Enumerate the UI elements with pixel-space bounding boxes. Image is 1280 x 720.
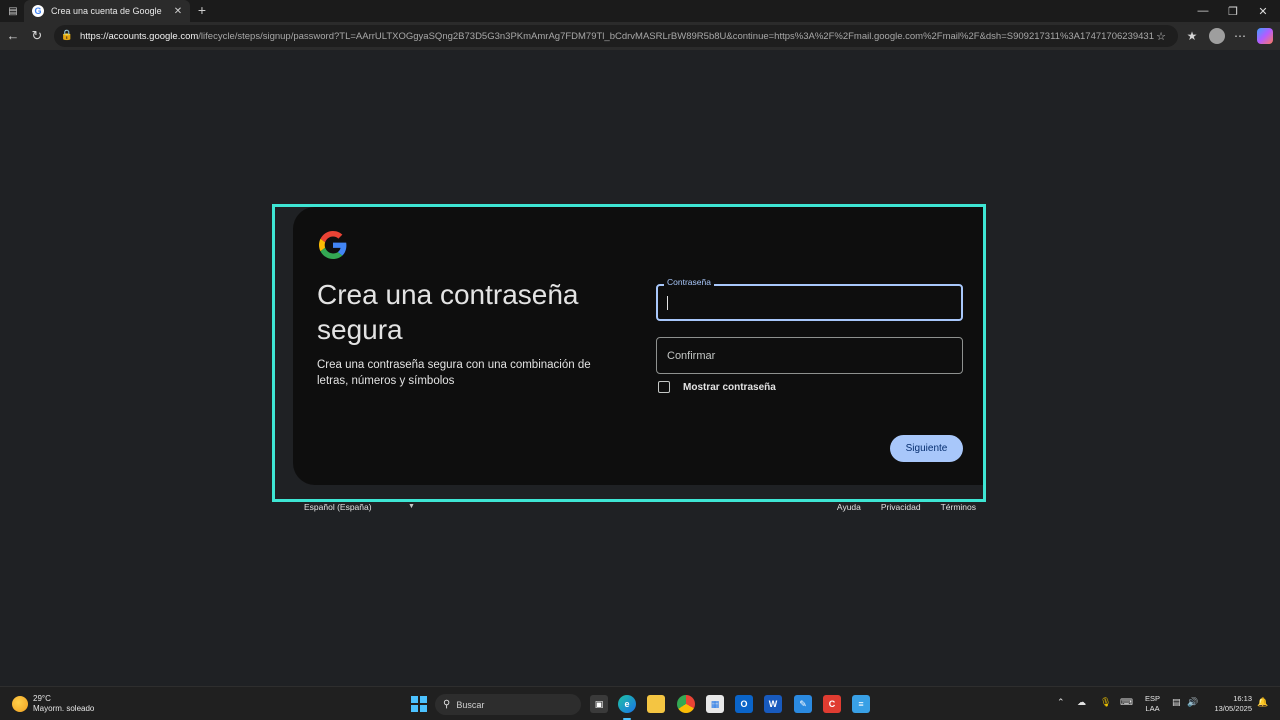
taskbar: 29°C Mayorm. soleado ⚲ Buscar ▣ e ▦ O W … xyxy=(0,686,1280,720)
network-icon[interactable]: ▤ xyxy=(1172,697,1181,708)
reload-icon[interactable]: ↻ xyxy=(29,28,45,44)
task-view-icon[interactable]: ▣ xyxy=(590,695,608,713)
weather-condition: Mayorm. soleado xyxy=(33,704,95,713)
favorites-icon[interactable]: ★ xyxy=(1184,28,1200,44)
show-password-checkbox[interactable] xyxy=(658,381,670,393)
show-password-toggle[interactable]: Mostrar contraseña xyxy=(658,381,776,393)
sun-icon xyxy=(12,696,28,712)
browser-tab[interactable]: G Crea una cuenta de Google ✕ xyxy=(24,0,190,22)
page-subtitle: Crea una contraseña segura con una combi… xyxy=(317,359,591,387)
tab-title: Crea una cuenta de Google xyxy=(51,6,162,16)
taskbar-search-label: Buscar xyxy=(456,699,485,710)
footer-link-privacy[interactable]: Privacidad xyxy=(881,502,921,512)
word-icon[interactable]: W xyxy=(764,695,782,713)
password-field[interactable]: Contraseña xyxy=(656,277,963,321)
clock[interactable]: 16:13 13/05/2025 xyxy=(1208,694,1252,714)
chrome-icon[interactable] xyxy=(677,695,695,713)
footer-link-terms[interactable]: Términos xyxy=(941,502,976,512)
input-language-top: ESP xyxy=(1145,694,1161,703)
browser-toolbar: ← ↻ 🔒 https://accounts.google.com/lifecy… xyxy=(0,22,1280,50)
page-footer: Español (España) ▼ Ayuda Privacidad Térm… xyxy=(304,502,976,516)
clock-date: 13/05/2025 xyxy=(1214,704,1252,713)
google-logo xyxy=(319,231,347,259)
chevron-down-icon[interactable]: ▼ xyxy=(408,503,415,510)
restore-icon[interactable]: ❐ xyxy=(1218,0,1248,22)
file-explorer-icon[interactable] xyxy=(647,695,665,713)
window-close-icon[interactable]: ✕ xyxy=(1248,0,1278,22)
store-icon[interactable]: ▦ xyxy=(706,695,724,713)
microphone-icon[interactable]: 🎙 xyxy=(1100,697,1111,708)
signup-card: Crea una contraseña segura Crea una cont… xyxy=(293,207,983,485)
weather-widget[interactable]: 29°C Mayorm. soleado xyxy=(12,694,94,714)
back-icon[interactable]: ← xyxy=(5,28,21,44)
show-password-label[interactable]: Mostrar contraseña xyxy=(683,382,776,393)
star-icon[interactable]: ☆ xyxy=(1154,30,1168,43)
taskbar-search[interactable]: ⚲ Buscar xyxy=(435,694,581,715)
weather-temperature: 29°C xyxy=(33,694,51,703)
browser-tab-bar: ▤ G Crea una cuenta de Google ✕ + — ❐ ✕ xyxy=(0,0,1280,22)
close-icon[interactable]: ✕ xyxy=(172,6,184,17)
password-input[interactable] xyxy=(658,286,961,319)
address-bar[interactable]: 🔒 https://accounts.google.com/lifecycle/… xyxy=(54,25,1178,47)
input-language[interactable]: ESP LAA xyxy=(1145,694,1160,714)
profile-icon[interactable] xyxy=(1209,28,1225,44)
keyboard-icon[interactable]: ⌨ xyxy=(1120,697,1133,708)
url-text[interactable]: https://accounts.google.com/lifecycle/st… xyxy=(80,31,1154,42)
footer-link-help[interactable]: Ayuda xyxy=(837,502,861,512)
confirm-field[interactable] xyxy=(656,337,963,374)
page-content: Crea una contraseña segura Crea una cont… xyxy=(0,50,1280,686)
page-title: Crea una contraseña segura xyxy=(317,279,579,345)
confirm-password-input[interactable] xyxy=(657,338,962,373)
edge-icon[interactable]: e xyxy=(618,695,636,713)
notepad-icon[interactable]: ≡ xyxy=(852,695,870,713)
drawing-app-icon[interactable]: ✎ xyxy=(794,695,812,713)
cloud-icon[interactable]: ☁ xyxy=(1077,697,1086,708)
input-language-bottom: LAA xyxy=(1145,704,1160,713)
notification-icon[interactable]: 🔔 xyxy=(1257,697,1268,708)
text-caret xyxy=(667,296,668,310)
windows-start-icon[interactable] xyxy=(411,696,427,712)
outlook-icon[interactable]: O xyxy=(735,695,753,713)
sidebar-icon[interactable]: ▤ xyxy=(5,3,21,19)
more-icon[interactable]: ⋯ xyxy=(1232,28,1248,44)
lock-icon[interactable]: 🔒 xyxy=(60,29,74,43)
language-selector[interactable]: Español (España) xyxy=(304,502,372,512)
plus-icon[interactable]: + xyxy=(194,2,210,18)
footer-links: Ayuda Privacidad Términos xyxy=(837,502,976,512)
search-icon: ⚲ xyxy=(443,699,451,710)
volume-icon[interactable]: 🔊 xyxy=(1187,697,1198,708)
red-app-icon[interactable]: C xyxy=(823,695,841,713)
clock-time: 16:13 xyxy=(1233,694,1252,703)
copilot-icon[interactable] xyxy=(1257,28,1273,44)
next-button[interactable]: Siguiente xyxy=(890,435,963,462)
minimize-icon[interactable]: — xyxy=(1188,0,1218,22)
chevron-up-icon[interactable]: ⌃ xyxy=(1057,697,1065,708)
google-favicon: G xyxy=(32,5,44,17)
